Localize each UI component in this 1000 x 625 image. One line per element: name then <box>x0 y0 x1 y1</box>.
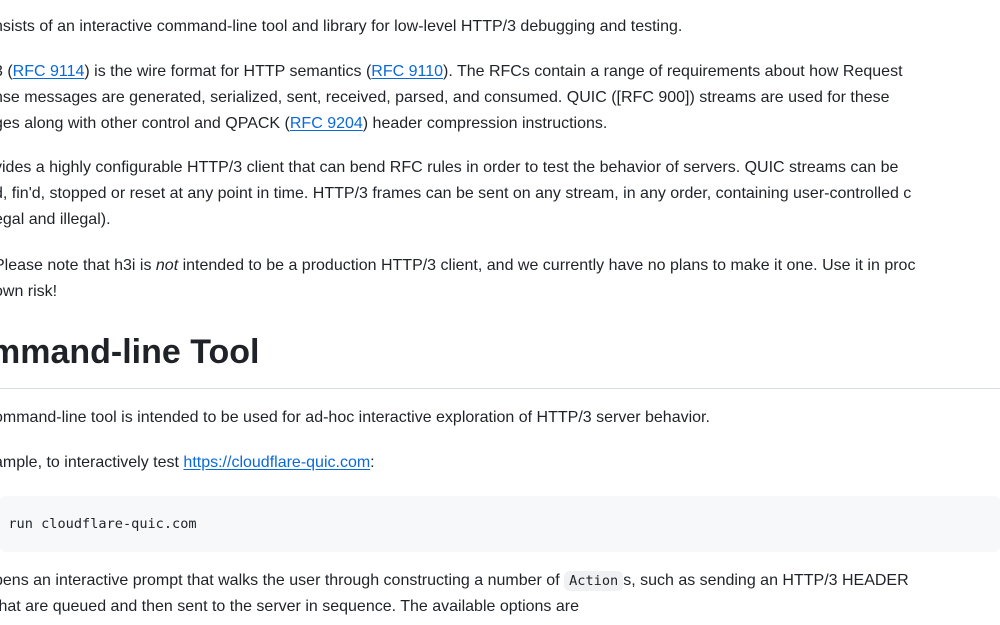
example-paragraph: ample, to interactively test https://clo… <box>0 450 375 476</box>
heading-divider <box>0 388 1000 389</box>
prompt-text-b: s, such as sending an HTTP/3 HEADER <box>623 572 909 589</box>
note-emphasis: not <box>155 257 179 274</box>
rfc-text-line2: nse messages are generated, serialized, … <box>0 89 890 106</box>
section-heading: mmand-line Tool <box>0 333 260 371</box>
rfc-text-c: ). The RFCs contain a range of requireme… <box>443 63 903 80</box>
rfc-9204-link[interactable]: RFC 9204 <box>290 115 363 132</box>
example-text-a: ample, to interactively test <box>0 454 184 471</box>
note-paragraph: Please note that h3i is not intended to … <box>0 253 915 305</box>
note-text-line2: own risk! <box>0 283 58 300</box>
rfc-9110-link[interactable]: RFC 9110 <box>371 63 443 80</box>
intro-paragraph: nsists of an interactive command-line to… <box>0 14 682 40</box>
code-block[interactable]: o run cloudflare-quic.com <box>0 496 1000 552</box>
action-inline-code: Action <box>564 571 624 591</box>
note-text-b: intended to be a production HTTP/3 clien… <box>178 257 916 274</box>
features-line3: egal and illegal). <box>0 211 111 228</box>
tool-description-text: ommand-line tool is intended to be used … <box>0 409 710 426</box>
rfc-text-line3a: ges along with other control and QPACK ( <box>0 115 290 132</box>
features-paragraph: vides a highly configurable HTTP/3 clien… <box>0 155 911 233</box>
features-line2: d, fin'd, stopped or reset at any point … <box>0 185 912 202</box>
rfc-text-a: 3 ( <box>0 63 13 80</box>
features-line1: vides a highly configurable HTTP/3 clien… <box>0 159 899 176</box>
tool-description: ommand-line tool is intended to be used … <box>0 405 710 431</box>
code-command: o run cloudflare-quic.com <box>0 516 197 532</box>
rfc-text-line3b: ) header compression instructions. <box>362 115 608 132</box>
cloudflare-quic-link[interactable]: https://cloudflare-quic.com <box>183 454 370 471</box>
note-text-a: Please note that h3i is <box>0 257 156 274</box>
prompt-text-line2: that are queued and then sent to the ser… <box>0 598 579 615</box>
prompt-text-a: pens an interactive prompt that walks th… <box>0 572 565 589</box>
intro-text: nsists of an interactive command-line to… <box>0 18 683 35</box>
example-text-b: : <box>370 454 375 471</box>
rfc-9114-link[interactable]: RFC 9114 <box>13 63 85 80</box>
prompt-paragraph: pens an interactive prompt that walks th… <box>0 568 909 620</box>
rfc-text-b: ) is the wire format for HTTP semantics … <box>84 63 372 80</box>
rfc-paragraph: 3 (RFC 9114) is the wire format for HTTP… <box>0 59 903 137</box>
